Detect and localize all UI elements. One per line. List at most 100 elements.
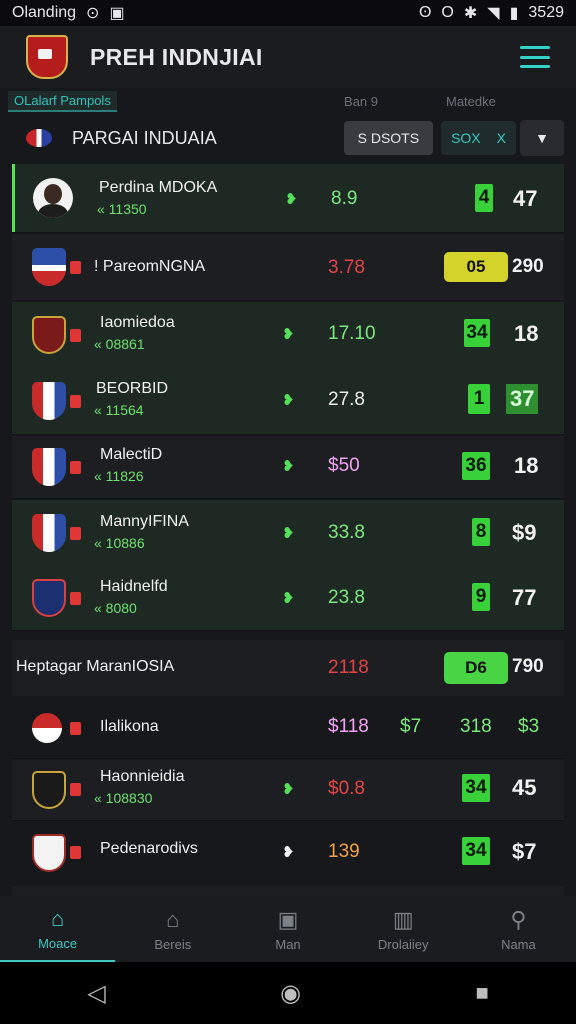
alarm-icon: O	[441, 4, 454, 21]
row-value: $0.8	[328, 778, 365, 799]
recents-icon[interactable]: ■	[475, 980, 488, 1006]
filter-title: PARGAI INDUAIA	[72, 127, 217, 148]
check-icon: ❥	[285, 191, 298, 208]
wifi-icon: ◥	[487, 5, 500, 22]
row-value: 33.8	[328, 522, 365, 543]
row-name: Haidnelfd	[100, 578, 168, 595]
tab-selected[interactable]: OLalarf Pampols	[8, 90, 117, 112]
row-value: 8.9	[331, 188, 358, 209]
row-name: Iaomiedoa	[100, 314, 175, 331]
bluetooth-icon: ʘ	[418, 4, 432, 21]
chart-icon: ▥	[392, 906, 414, 932]
red-badge	[70, 722, 81, 735]
sub-header: OLalarf Pampols Ban 9 Matedke	[0, 88, 576, 114]
row-sub: « 08861	[94, 336, 145, 352]
image-icon: ▣	[109, 5, 125, 22]
divider	[12, 498, 564, 499]
list-item[interactable]: Haonnieidia « 108830 ❥ $0.8 34 45	[12, 760, 564, 820]
row-value: 17.10	[328, 323, 376, 344]
red-badge	[70, 461, 81, 474]
row-score: 45	[512, 775, 537, 800]
list-item[interactable]: Iaomiedoa « 08861 ❥ 17.10 34 18	[12, 302, 564, 368]
nav-home[interactable]: ⌂ Moace	[0, 896, 116, 962]
team-logo	[32, 834, 66, 872]
nav-matches[interactable]: ▣ Man	[230, 896, 345, 962]
column-header-3: Matedke	[446, 93, 496, 109]
row-box: 34	[462, 837, 490, 865]
row-value: 139	[328, 841, 360, 862]
divider	[12, 758, 564, 759]
row-value: 3.78	[328, 257, 365, 278]
row-box: 8	[472, 518, 490, 546]
team-logo	[32, 579, 66, 617]
team-logo	[32, 771, 66, 809]
nav-stats[interactable]: ▥ Drolaiiey	[346, 896, 461, 962]
team-logo	[32, 713, 62, 743]
row-score: $7	[512, 839, 537, 864]
row-score: $9	[512, 520, 537, 545]
home-icon: ⌂	[50, 905, 65, 931]
check-icon: ❥	[282, 326, 295, 343]
list-item[interactable]: Heptagar MaranIOSIA 2118 D6 790	[12, 640, 564, 696]
list-item[interactable]: Ilalikona $118 $7 318 $3	[12, 698, 564, 758]
check-icon: ❥	[282, 392, 295, 409]
red-badge	[70, 846, 81, 859]
search-icon: ⚲	[510, 906, 527, 932]
check-icon: ❥	[282, 781, 295, 798]
clock-text: 3529	[528, 4, 564, 21]
divider	[12, 630, 564, 631]
app-logo	[26, 35, 68, 79]
list-item[interactable]: MalectiD « 11826 ❥ $50 36 18	[12, 436, 564, 498]
row-box: D6	[444, 652, 508, 684]
settings-icon: ✱	[463, 5, 478, 22]
row-name: Haonnieidia	[100, 768, 185, 785]
divider	[12, 434, 564, 435]
list-item[interactable]: MannyIFINA « 10886 ❥ 33.8 8 $9	[12, 500, 564, 566]
red-badge	[70, 329, 81, 342]
row-box: 36	[462, 452, 490, 480]
red-badge	[70, 395, 81, 408]
row-sub: « 108830	[94, 790, 153, 806]
divider	[12, 232, 564, 233]
carrier-text: Olanding	[12, 4, 77, 21]
row-score: 790	[512, 656, 544, 677]
row-score: 290	[512, 256, 544, 277]
row-value-3: 318	[460, 716, 492, 737]
row-name: ! PareomNGNA	[94, 258, 206, 275]
check-icon: ❥	[282, 525, 295, 542]
filter-bar: PARGAI INDUAIA S DSOTS SOX X ▼	[12, 118, 564, 158]
team-logo	[32, 448, 66, 486]
row-value-2: $7	[400, 716, 422, 737]
row-score: 47	[513, 186, 538, 211]
list-item[interactable]: Haidnelfd « 8080 ❥ 23.8 9 77	[12, 566, 564, 630]
list-item[interactable]: Pedenarodivs ❥ 139 34 $7	[12, 822, 564, 884]
nav-search[interactable]: ⚲ Nama	[461, 896, 576, 962]
row-box: 9	[472, 583, 490, 611]
nav-label: Moace	[38, 935, 78, 951]
row-box: 05	[444, 252, 508, 282]
row-sub: « 11826	[94, 468, 144, 484]
red-badge	[70, 261, 81, 274]
list-item[interactable]: ! PareomNGNA 3.78 05 290	[12, 234, 564, 300]
sort-button[interactable]: S DSOTS	[343, 121, 434, 155]
row-score: 18	[514, 321, 539, 346]
chevron-down-icon[interactable]: ▼	[520, 120, 564, 156]
red-badge	[70, 592, 81, 605]
list-item[interactable]: Perdina MDOKA « 11350 ❥ 8.9 4 47	[12, 164, 564, 232]
building-icon: ⌂	[166, 906, 180, 932]
list-item-partial	[12, 886, 564, 896]
red-badge	[70, 527, 81, 540]
divider	[12, 820, 564, 821]
filter-select[interactable]: SOX X	[441, 121, 516, 155]
menu-icon[interactable]	[520, 46, 550, 68]
clear-icon[interactable]: X	[497, 130, 506, 146]
list-item[interactable]: BEORBID « 11564 ❥ 27.8 1 37	[12, 368, 564, 434]
sync-icon: ⊙	[86, 5, 100, 22]
nav-teams[interactable]: ⌂ Bereis	[115, 896, 230, 962]
check-icon: ❥	[282, 844, 295, 861]
row-value-4: $3	[518, 716, 540, 737]
row-name: BEORBID	[96, 380, 169, 397]
home-circle-icon[interactable]: ◉	[280, 979, 301, 1008]
row-value: 27.8	[328, 389, 365, 410]
back-icon[interactable]: ◁	[87, 979, 105, 1008]
